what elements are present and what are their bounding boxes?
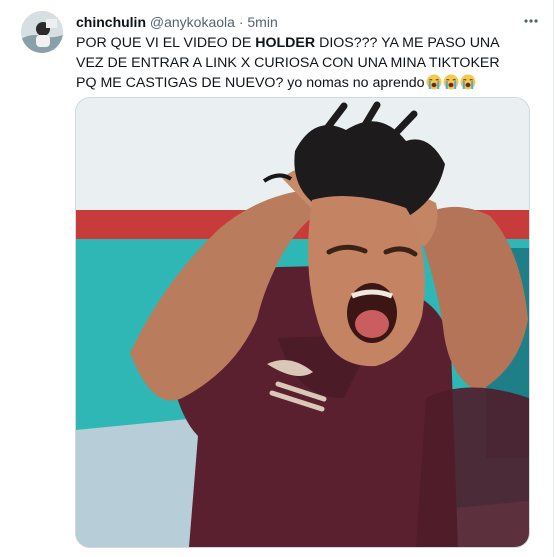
tweet-text: POR QUE VI EL VIDEO DE HOLDER DIOS??? YA… bbox=[76, 33, 520, 93]
loudly-crying-face-icon bbox=[443, 74, 459, 90]
avatar-image bbox=[21, 11, 63, 53]
more-options-icon bbox=[524, 19, 538, 23]
loudly-crying-face-icon bbox=[426, 74, 442, 90]
loudly-crying-face-icon bbox=[460, 74, 476, 90]
separator-dot: · bbox=[238, 14, 244, 30]
photo-image bbox=[76, 98, 529, 547]
avatar[interactable] bbox=[21, 11, 63, 53]
tweet-text-part-1: POR QUE VI EL VIDEO DE bbox=[76, 35, 256, 51]
tweet-text-bold: HOLDER bbox=[255, 35, 316, 51]
tweet-photo[interactable] bbox=[75, 97, 530, 548]
user-handle[interactable]: @anykokaola bbox=[150, 14, 235, 30]
display-name[interactable]: chinchulin bbox=[76, 14, 146, 30]
tweet-header: chinchulin @anykokaola · 5min bbox=[76, 12, 536, 32]
tweet-card[interactable]: chinchulin @anykokaola · 5min POR QUE VI… bbox=[0, 0, 554, 557]
more-options-button[interactable] bbox=[519, 9, 543, 33]
timestamp[interactable]: 5min bbox=[247, 14, 277, 30]
